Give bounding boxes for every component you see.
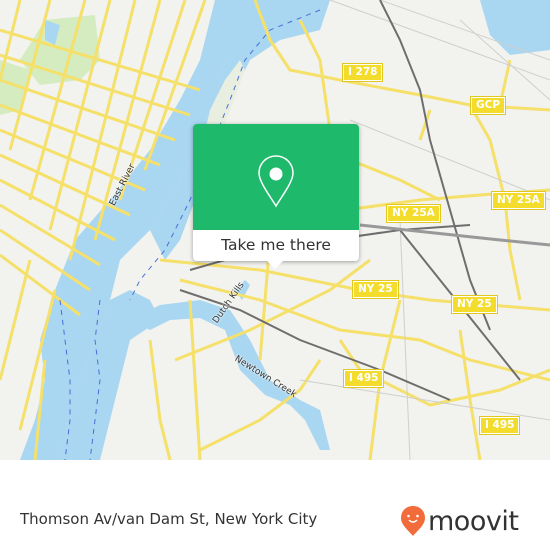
route-shield-ny25a: NY 25A: [491, 191, 546, 210]
route-shield-gcp: GCP: [469, 96, 507, 115]
route-shield-i495: I 495: [478, 416, 521, 435]
route-shield-i278: I 278: [341, 63, 384, 82]
route-shield-ny25a: NY 25A: [386, 204, 441, 223]
take-me-there-button[interactable]: Take me there: [193, 230, 359, 261]
route-shield-ny25: NY 25: [352, 280, 399, 299]
map-view[interactable]: East River Dutch Kills Newtown Creek I 2…: [0, 0, 550, 460]
route-shield-ny25: NY 25: [451, 295, 498, 314]
moovit-wordmark: moovit: [428, 505, 519, 537]
popup-pointer: [266, 260, 284, 269]
footer-bar: Thomson Av/van Dam St, New York City moo…: [0, 490, 550, 550]
location-title: Thomson Av/van Dam St, New York City: [20, 510, 318, 528]
moovit-pin-icon: [401, 506, 425, 536]
location-popup: Take me there: [193, 124, 359, 269]
route-shield-i495: I 495: [342, 369, 385, 388]
map-pin-icon: [258, 155, 294, 208]
popup-header: [193, 124, 359, 230]
moovit-logo[interactable]: moovit: [400, 504, 519, 538]
